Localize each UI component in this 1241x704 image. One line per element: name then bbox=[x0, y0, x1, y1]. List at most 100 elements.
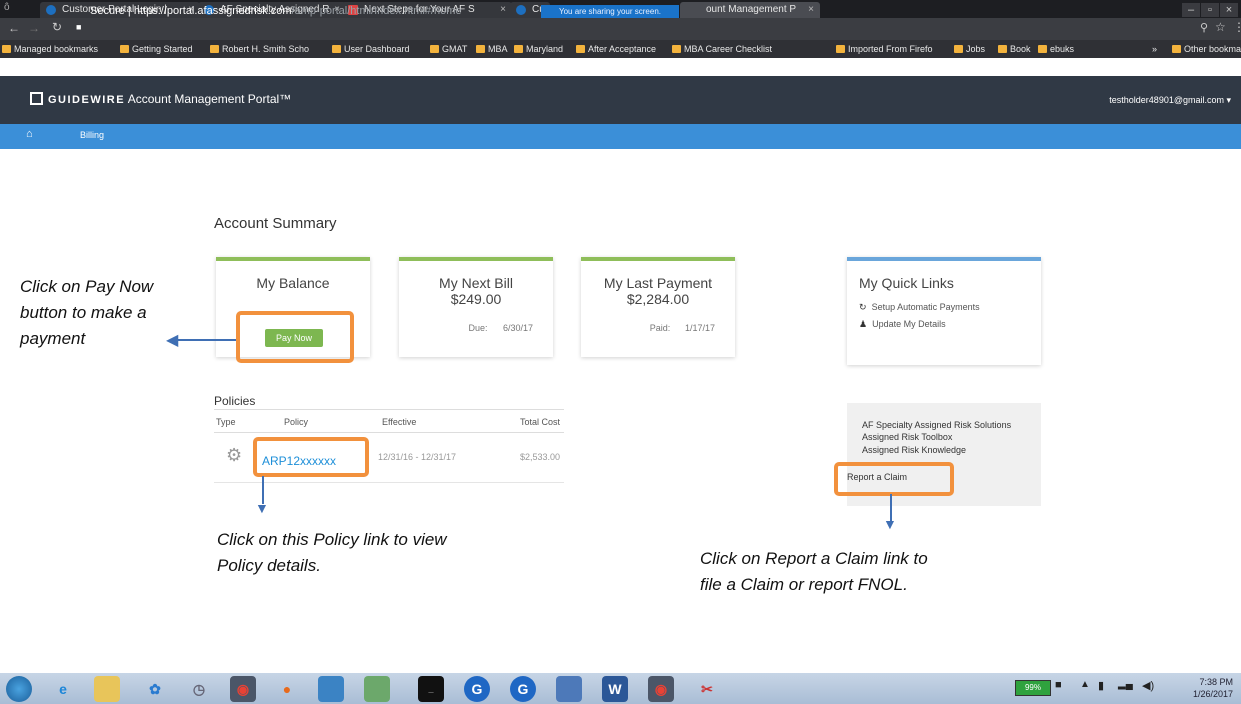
col-policy: Policy bbox=[284, 417, 309, 427]
remote-desktop-icon[interactable] bbox=[556, 676, 582, 702]
word-icon[interactable]: W bbox=[602, 676, 628, 702]
network-icon[interactable]: ▮ bbox=[1098, 679, 1104, 692]
internet-explorer-icon[interactable]: e bbox=[50, 676, 76, 702]
user-menu[interactable]: testholder48901@gmail.com ▾ bbox=[1109, 95, 1231, 106]
chrome-icon[interactable]: ◉ bbox=[230, 676, 256, 702]
start-orb-icon[interactable] bbox=[6, 676, 32, 702]
tab-account-management-portal[interactable]: ount Management P × bbox=[680, 2, 820, 18]
g-app-icon-2[interactable]: G bbox=[510, 676, 536, 702]
quick-links-card: My Quick Links ↻ Setup Automatic Payment… bbox=[847, 257, 1041, 365]
nav-billing[interactable]: Billing bbox=[80, 130, 104, 140]
minimize-icon[interactable]: – bbox=[1182, 3, 1200, 17]
next-bill-title: My Next Bill bbox=[439, 275, 513, 291]
bookmark-user-dashboard[interactable]: User Dashboard bbox=[330, 40, 410, 58]
balance-title: My Balance bbox=[256, 275, 330, 291]
volume-icon[interactable]: ◀) bbox=[1142, 679, 1154, 692]
bookmark-book[interactable]: Book bbox=[996, 40, 1031, 58]
next-bill-card: My Next Bill $249.00 Due: 6/30/17 bbox=[399, 257, 553, 357]
chrome-user-icon[interactable]: ô bbox=[4, 2, 10, 13]
bookmark-mba-career-checklist[interactable]: MBA Career Checklist bbox=[670, 40, 772, 58]
bookmark-robert-h-smith[interactable]: Robert H. Smith Scho bbox=[208, 40, 309, 58]
policy-annotation: Click on this Policy link to view Policy… bbox=[217, 530, 447, 575]
user-icon: ♟ bbox=[859, 319, 868, 329]
window-controls: – ▫ × bbox=[1181, 0, 1241, 17]
bookmark-after-acceptance[interactable]: After Acceptance bbox=[574, 40, 656, 58]
bookmark-other[interactable]: Other bookmarks bbox=[1170, 40, 1241, 58]
tab-close-icon[interactable]: × bbox=[808, 2, 814, 18]
url-field[interactable]: Secure | https://portal.afassignedrisk.c… bbox=[90, 3, 462, 19]
close-icon[interactable]: × bbox=[1220, 3, 1238, 17]
back-icon[interactable]: ← bbox=[8, 21, 20, 35]
chrome-icon-2[interactable]: ◉ bbox=[648, 676, 674, 702]
forward-icon[interactable]: → bbox=[28, 21, 40, 35]
alarm-icon[interactable]: ◷ bbox=[186, 676, 212, 702]
bookmark-maryland[interactable]: Maryland bbox=[512, 40, 563, 58]
bookmark-mba[interactable]: MBA bbox=[474, 40, 508, 58]
bookmarks-bar: Managed bookmarks Getting Started Robert… bbox=[0, 40, 1241, 58]
table-header-divider bbox=[214, 432, 564, 433]
link-assigned-risk-knowledge[interactable]: Assigned Risk Knowledge bbox=[862, 445, 966, 455]
bookmark-jobs[interactable]: Jobs bbox=[952, 40, 985, 58]
bookmark-gmat[interactable]: GMAT bbox=[428, 40, 467, 58]
quick-link-update-details[interactable]: ♟ Update My Details bbox=[859, 317, 1041, 331]
link-assigned-risk-toolbox[interactable]: Assigned Risk Toolbox bbox=[862, 432, 952, 442]
bookmark-imported-from-firefox[interactable]: Imported From Firefo bbox=[834, 40, 933, 58]
chrome-menu-icon[interactable]: ⋮ bbox=[1233, 20, 1241, 34]
tray-expand-icon[interactable]: ▲ bbox=[1080, 679, 1090, 690]
policy-effective: 12/31/16 - 12/31/17 bbox=[378, 452, 457, 462]
signal-icon[interactable]: ▂▄ bbox=[1118, 679, 1133, 690]
zoom-icon[interactable]: ⚲ bbox=[1200, 21, 1208, 34]
claim-arrowhead-icon: ▼ bbox=[883, 516, 897, 532]
last-payment-card: My Last Payment $2,284.00 Paid: 1/17/17 bbox=[581, 257, 735, 357]
policy-arrowhead-icon: ▼ bbox=[255, 500, 269, 516]
system-clock[interactable]: 7:38 PM 1/26/2017 bbox=[1193, 676, 1233, 700]
site-favicon-icon bbox=[46, 5, 56, 15]
bookmark-ebuks[interactable]: ebuks bbox=[1036, 40, 1074, 58]
home-icon[interactable]: ⌂ bbox=[26, 128, 33, 140]
col-total-cost: Total Cost bbox=[519, 417, 560, 427]
snipping-tool-icon[interactable]: ✂ bbox=[694, 676, 720, 702]
report-claim-link[interactable]: Report a Claim bbox=[847, 472, 907, 482]
claim-annotation: Click on Report a Claim link to file a C… bbox=[700, 549, 928, 594]
pay-now-arrowhead-icon: ◀ bbox=[166, 332, 179, 349]
lock-icon: ■ bbox=[76, 22, 82, 32]
file-explorer-icon[interactable] bbox=[94, 676, 120, 702]
bookmarks-overflow-chevron[interactable]: » bbox=[1152, 40, 1157, 58]
site-favicon-icon bbox=[516, 5, 526, 15]
pay-now-arrow-line bbox=[176, 339, 236, 341]
policies-heading: Policies bbox=[214, 394, 256, 408]
next-bill-amount: $249.00 bbox=[450, 291, 502, 307]
policy-type-icon: ⚙ bbox=[226, 445, 243, 465]
last-payment-title: My Last Payment bbox=[603, 275, 713, 291]
maximize-icon[interactable]: ▫ bbox=[1201, 3, 1219, 17]
policy-total: $2,533.00 bbox=[519, 452, 560, 462]
bookmark-star-icon[interactable]: ☆ bbox=[1215, 20, 1226, 34]
firefox-icon[interactable]: ● bbox=[274, 676, 300, 702]
address-bar: ← → ↻ ■ bbox=[0, 18, 1241, 40]
next-bill-due-row: Due: 6/30/17 bbox=[468, 323, 533, 333]
col-effective: Effective bbox=[382, 417, 417, 427]
pay-now-annotation: Click on Pay Now button to make a paymen… bbox=[20, 277, 154, 348]
table-bottom-divider bbox=[214, 482, 564, 483]
skype-business-icon[interactable]: ✿ bbox=[142, 676, 168, 702]
policy-link[interactable]: ARP12xxxxxx bbox=[262, 454, 336, 468]
bookmark-getting-started[interactable]: Getting Started bbox=[118, 40, 193, 58]
screen-sharing-banner: You are sharing your screen. bbox=[541, 5, 679, 18]
reload-icon[interactable]: ↻ bbox=[52, 20, 62, 34]
command-prompt-icon[interactable]: _ bbox=[418, 676, 444, 702]
link-af-specialty[interactable]: AF Specialty Assigned Risk Solutions bbox=[862, 420, 1011, 430]
refresh-icon: ↻ bbox=[859, 302, 867, 312]
last-payment-amount: $2,284.00 bbox=[626, 291, 690, 307]
tab-close-icon[interactable]: × bbox=[500, 2, 506, 18]
guidewire-logo-icon bbox=[30, 92, 43, 105]
pay-now-button[interactable]: Pay Now bbox=[265, 329, 323, 347]
app-icon-blue[interactable] bbox=[318, 676, 344, 702]
quick-link-setup-payments[interactable]: ↻ Setup Automatic Payments bbox=[859, 297, 1041, 317]
battery-indicator[interactable]: 99% bbox=[1015, 680, 1051, 696]
power-plug-icon: ■ bbox=[1055, 679, 1062, 691]
col-type: Type bbox=[216, 417, 236, 427]
image-viewer-icon[interactable] bbox=[364, 676, 390, 702]
app-logo[interactable]: GUIDEWIRE Account Management Portal™ bbox=[30, 91, 291, 108]
bookmark-managed[interactable]: Managed bookmarks bbox=[0, 40, 98, 58]
g-app-icon-1[interactable]: G bbox=[464, 676, 490, 702]
